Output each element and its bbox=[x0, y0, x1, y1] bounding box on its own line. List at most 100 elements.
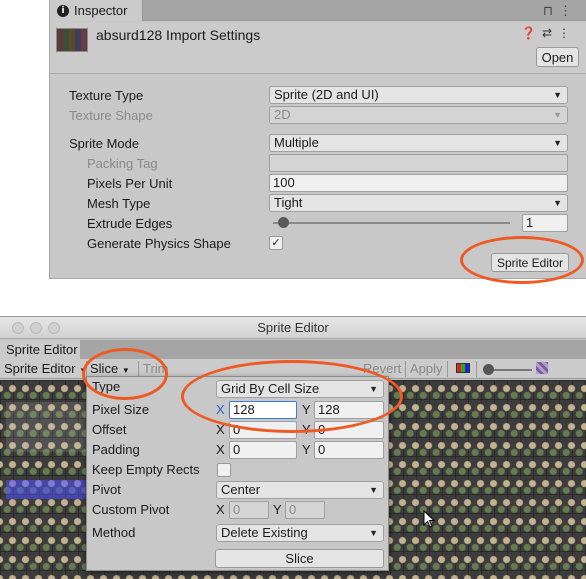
method-dropdown[interactable]: Delete Existing ▼ bbox=[216, 524, 384, 542]
extrude-edges-slider[interactable] bbox=[269, 214, 519, 232]
toolbar-separator bbox=[405, 361, 406, 377]
zoom-slider-knob[interactable] bbox=[483, 364, 494, 375]
custom-pivot-y-field: 0 bbox=[285, 501, 325, 519]
chevron-down-icon: ▼ bbox=[369, 485, 378, 495]
texture-shape-row: Texture Shape 2D ▼ bbox=[50, 106, 586, 126]
pixel-size-label: Pixel Size bbox=[92, 402, 150, 417]
pixel-size-x-label: X bbox=[216, 402, 225, 417]
tab-inspector[interactable]: i Inspector bbox=[50, 0, 143, 21]
editor-tab-bar: Sprite Editor bbox=[0, 340, 586, 359]
chevron-down-icon: ▼ bbox=[553, 198, 562, 208]
pixels-per-unit-label: Pixels Per Unit bbox=[87, 176, 173, 191]
pixel-size-x-field[interactable]: 128 bbox=[229, 401, 297, 419]
tab-sprite-editor[interactable]: Sprite Editor bbox=[0, 340, 80, 359]
texture-shape-label: Texture Shape bbox=[69, 108, 153, 123]
asset-thumbnail bbox=[56, 28, 88, 52]
sprite-editor-button[interactable]: Sprite Editor bbox=[491, 253, 569, 272]
pivot-dropdown[interactable]: Center ▼ bbox=[216, 481, 384, 499]
info-icon: i bbox=[57, 4, 69, 17]
packing-tag-label: Packing Tag bbox=[87, 156, 158, 171]
custom-pivot-y-label: Y bbox=[273, 502, 282, 517]
slider-track bbox=[273, 222, 510, 224]
chevron-down-icon: ▼ bbox=[553, 110, 562, 120]
rgb-channel-icon[interactable] bbox=[456, 363, 470, 373]
generate-physics-checkbox[interactable]: ✓ bbox=[269, 236, 283, 250]
header-icons: ❓⇄⋮ bbox=[521, 26, 576, 40]
offset-label: Offset bbox=[92, 422, 127, 437]
slider-knob[interactable] bbox=[278, 217, 289, 228]
type-value: Grid By Cell Size bbox=[221, 381, 320, 396]
open-button[interactable]: Open bbox=[536, 47, 579, 67]
extrude-edges-label: Extrude Edges bbox=[87, 216, 173, 231]
toolbar-separator bbox=[138, 361, 139, 377]
extrude-edges-row: Extrude Edges 1 bbox=[50, 214, 586, 234]
asset-title: absurd128 Import Settings bbox=[96, 27, 261, 43]
texture-shape-dropdown: 2D ▼ bbox=[269, 106, 568, 124]
custom-pivot-label: Custom Pivot bbox=[92, 502, 170, 517]
mesh-type-dropdown[interactable]: Tight ▼ bbox=[269, 194, 568, 212]
offset-y-label: Y bbox=[302, 422, 311, 437]
help-icon[interactable]: ❓ bbox=[521, 26, 542, 40]
sprite-mode-row: Sprite Mode Multiple ▼ bbox=[50, 134, 586, 154]
zoom-slider-track[interactable] bbox=[492, 369, 532, 371]
selected-sprite-row[interactable] bbox=[6, 480, 88, 499]
custom-pivot-x-label: X bbox=[216, 502, 225, 517]
toolbar-separator bbox=[447, 361, 448, 377]
pivot-value: Center bbox=[221, 482, 261, 497]
texture-type-label: Texture Type bbox=[69, 88, 144, 103]
chevron-down-icon: ▼ bbox=[121, 366, 130, 375]
texture-shape-value: 2D bbox=[274, 107, 291, 122]
padding-x-field[interactable]: 0 bbox=[229, 441, 297, 459]
chevron-down-icon: ▼ bbox=[369, 528, 378, 538]
zoom-image-icon bbox=[536, 362, 548, 374]
mesh-type-row: Mesh Type Tight ▼ bbox=[50, 194, 586, 214]
lock-icon[interactable]: ⊓ bbox=[543, 3, 559, 18]
extrude-edges-field[interactable]: 1 bbox=[522, 214, 568, 232]
slice-popup: Type Grid By Cell Size ▼ Pixel Size X 12… bbox=[86, 376, 389, 571]
generate-physics-label: Generate Physics Shape bbox=[87, 236, 231, 251]
packing-tag-row: Packing Tag bbox=[50, 154, 586, 174]
custom-pivot-x-field: 0 bbox=[229, 501, 269, 519]
slice-button[interactable]: Slice bbox=[215, 549, 384, 568]
pixels-per-unit-row: Pixels Per Unit 100 bbox=[50, 174, 586, 194]
mesh-type-value: Tight bbox=[274, 195, 303, 210]
tab-bar-icons: ⊓⋮ bbox=[543, 3, 578, 19]
tab-inspector-label: Inspector bbox=[74, 3, 128, 18]
type-label: Type bbox=[92, 379, 121, 394]
generate-physics-row: Generate Physics Shape ✓ bbox=[50, 234, 586, 254]
pixel-size-y-label: Y bbox=[302, 402, 311, 417]
inspector-tab-bar: i Inspector ⊓⋮ bbox=[50, 0, 586, 21]
padding-label: Padding bbox=[92, 442, 140, 457]
padding-y-label: Y bbox=[302, 442, 311, 457]
sprite-mode-label: Sprite Mode bbox=[69, 136, 140, 151]
keep-empty-rects-label: Keep Empty Rects bbox=[92, 462, 200, 477]
mesh-type-label: Mesh Type bbox=[87, 196, 151, 211]
type-dropdown[interactable]: Grid By Cell Size ▼ bbox=[216, 380, 384, 398]
toolbar-separator bbox=[476, 361, 477, 377]
chevron-down-icon: ▼ bbox=[369, 384, 378, 394]
preset-icon[interactable]: ⇄ bbox=[542, 26, 558, 40]
offset-x-label: X bbox=[216, 422, 225, 437]
offset-x-field[interactable]: 0 bbox=[229, 421, 297, 439]
window-title: Sprite Editor bbox=[257, 320, 329, 335]
padding-y-field[interactable]: 0 bbox=[314, 441, 384, 459]
texture-type-dropdown[interactable]: Sprite (2D and UI) ▼ bbox=[269, 86, 568, 104]
window-titlebar: Sprite Editor bbox=[0, 317, 586, 339]
pixels-per-unit-field[interactable]: 100 bbox=[269, 174, 568, 192]
texture-type-row: Texture Type Sprite (2D and UI) ▼ bbox=[50, 86, 586, 106]
pivot-label: Pivot bbox=[92, 482, 121, 497]
apply-button[interactable]: Apply bbox=[410, 360, 443, 378]
pixel-size-y-field[interactable]: 128 bbox=[314, 401, 384, 419]
mode-dropdown[interactable]: Sprite Editor ▼ bbox=[4, 360, 87, 378]
keep-empty-rects-checkbox[interactable] bbox=[217, 463, 231, 477]
sprite-mode-dropdown[interactable]: Multiple ▼ bbox=[269, 134, 568, 152]
kebab-menu-icon[interactable]: ⋮ bbox=[558, 26, 576, 40]
method-label: Method bbox=[92, 525, 136, 540]
sprite-mode-value: Multiple bbox=[274, 135, 319, 150]
offset-y-field[interactable]: 0 bbox=[314, 421, 384, 439]
asset-header: absurd128 Import Settings ❓⇄⋮ Open bbox=[50, 22, 586, 74]
mode-dropdown-label: Sprite Editor bbox=[4, 361, 76, 376]
padding-x-label: X bbox=[216, 442, 225, 457]
kebab-menu-icon[interactable]: ⋮ bbox=[559, 3, 578, 18]
method-value: Delete Existing bbox=[221, 525, 308, 540]
